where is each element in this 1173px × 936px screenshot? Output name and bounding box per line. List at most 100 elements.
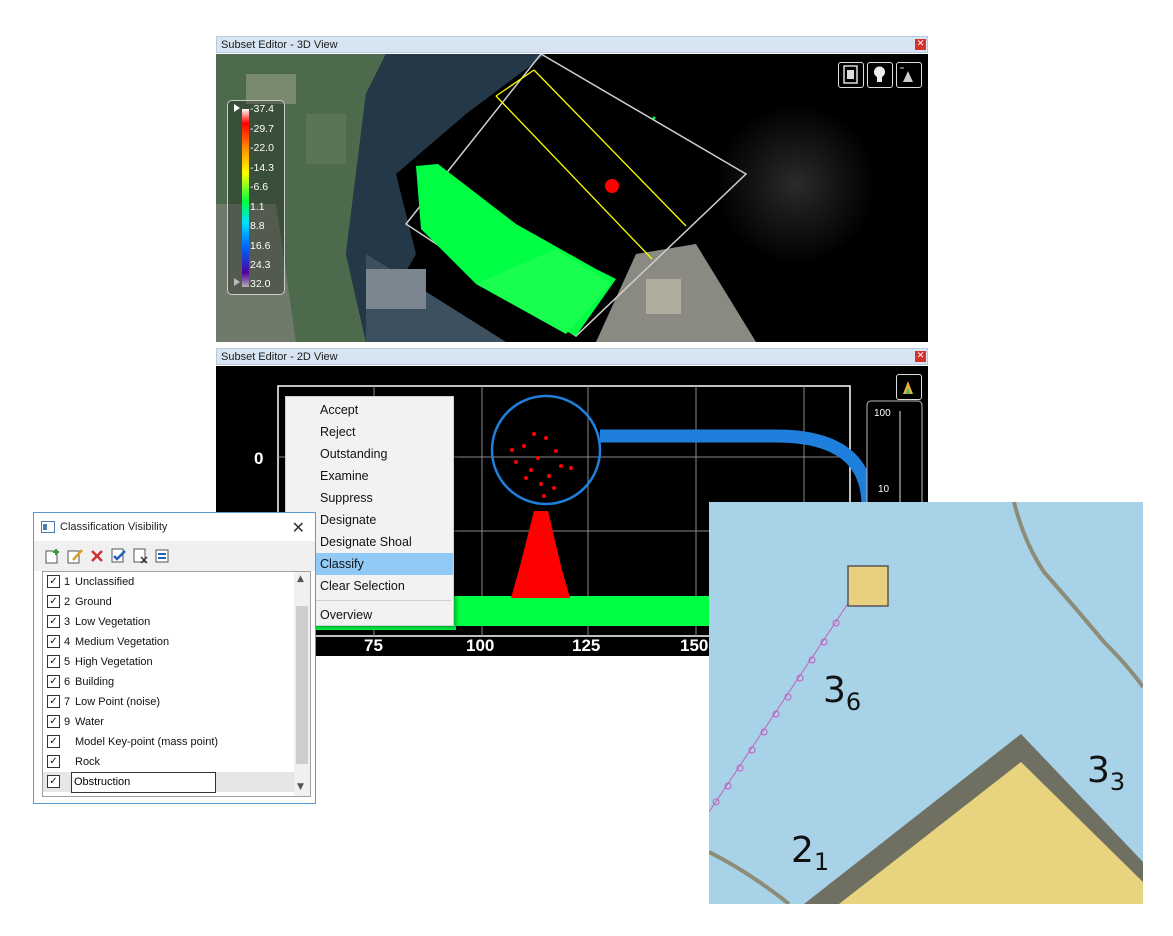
y-tick-label: 0 [254, 449, 264, 468]
x-tick-label: 75 [364, 636, 383, 655]
legend-tick: 16.6 [250, 240, 271, 252]
menu-separator [316, 600, 451, 601]
class-name: Ground [75, 596, 112, 608]
class-row[interactable]: ✓ 1 Unclassified [43, 572, 294, 592]
class-code: 3 [64, 616, 71, 628]
legend-tick: -6.6 [250, 181, 269, 193]
lightbulb-icon[interactable] [867, 62, 893, 88]
menu-item-outstanding[interactable]: Outstanding [286, 443, 453, 465]
background-glow [716, 104, 876, 264]
scroll-down-icon[interactable]: ▼ [297, 782, 304, 792]
histogram-icon[interactable] [896, 62, 922, 88]
view3d-titlebar: Subset Editor - 3D View [216, 36, 928, 53]
class-name: Low Vegetation [75, 616, 151, 628]
class-code: 2 [64, 596, 71, 608]
selected-points [510, 432, 573, 498]
visibility-checkbox[interactable]: ✓ [47, 675, 60, 688]
menu-item-examine[interactable]: Examine [286, 465, 453, 487]
class-row[interactable]: ✓ 6 Building [43, 672, 294, 692]
class-row[interactable]: ✓ 5 High Vegetation [43, 652, 294, 672]
x-tick-label: 100 [466, 636, 495, 655]
x-tick-label: 150 [680, 636, 709, 655]
visibility-checkbox[interactable]: ✓ [47, 735, 60, 748]
scroll-thumb[interactable] [296, 606, 308, 764]
check-all-icon[interactable] [111, 548, 127, 564]
legend-min-marker-icon[interactable] [234, 278, 240, 286]
class-row[interactable]: ✓ 9 Water [43, 712, 294, 732]
visibility-checkbox[interactable]: ✓ [47, 595, 60, 608]
legend-max-marker-icon[interactable] [234, 104, 240, 112]
depth-color-legend: -37.4 -29.7 -22.0 -14.3 -6.6 1.1 8.8 16.… [227, 100, 285, 295]
view2d-title: Subset Editor - 2D View [221, 351, 338, 363]
visibility-checkbox[interactable]: ✓ [47, 615, 60, 628]
screenshot-composite: Subset Editor - 3D View ✕ -37.4 -29.7 -2… [0, 0, 1173, 936]
legend-tick: 1.1 [250, 201, 265, 213]
color-ramp [242, 109, 249, 287]
view3d-close-icon[interactable]: ✕ [915, 39, 926, 50]
sounding: 33 [1087, 750, 1126, 796]
class-row[interactable]: ✓ 3 Low Vegetation [43, 612, 294, 632]
scroll-up-icon[interactable]: ▲ [297, 574, 304, 584]
visibility-checkbox[interactable]: ✓ [47, 635, 60, 648]
legend-tick: -29.7 [250, 123, 274, 135]
legend-tick: -14.3 [250, 162, 274, 174]
view2d-close-icon[interactable]: ✕ [915, 351, 926, 362]
dialog-titlebar: Classification Visibility [34, 513, 315, 541]
visibility-checkbox[interactable]: ✓ [47, 715, 60, 728]
class-name: High Vegetation [75, 656, 153, 668]
close-icon[interactable]: ✕ [292, 518, 305, 537]
selection-circle [490, 394, 602, 506]
chart-drawing [709, 502, 1143, 904]
sounding: 21 [791, 830, 830, 876]
view3d-scene [216, 54, 928, 342]
scale-label: 10 [878, 484, 890, 495]
point-cloud-selection [605, 179, 619, 193]
class-list[interactable]: ✓ 1 Unclassified ✓ 2 Ground ✓ 3 Low Vegetation… [42, 571, 311, 797]
add-class-icon[interactable] [45, 548, 61, 564]
visibility-checkbox[interactable]: ✓ [47, 695, 60, 708]
visibility-checkbox[interactable]: ✓ [47, 755, 60, 768]
view2d-titlebar: Subset Editor - 2D View [216, 348, 928, 365]
visibility-checkbox[interactable]: ✓ [47, 655, 60, 668]
menu-item-suppress[interactable]: Suppress [286, 487, 453, 509]
marina [366, 269, 426, 309]
class-row[interactable]: ✓ 2 Ground [43, 592, 294, 612]
class-name: Unclassified [75, 576, 135, 588]
class-row[interactable]: ✓ 7 Low Point (noise) [43, 692, 294, 712]
class-name-edit-field[interactable]: Obstruction [71, 772, 216, 793]
view3d-canvas[interactable]: -37.4 -29.7 -22.0 -14.3 -6.6 1.1 8.8 16.… [216, 54, 928, 342]
view3d-title: Subset Editor - 3D View [221, 39, 338, 51]
edit-class-icon[interactable] [67, 548, 83, 564]
class-name: Building [75, 676, 115, 688]
obstruction-points [511, 511, 570, 598]
legend-tick: 32.0 [250, 278, 271, 290]
nautical-chart-inset: 36 33 21 [709, 502, 1143, 904]
class-code: 4 [64, 636, 71, 648]
delete-class-icon[interactable] [89, 548, 105, 564]
class-name: Model Key-point (mass point) [75, 736, 219, 748]
properties-icon[interactable] [155, 548, 171, 564]
window-icon [41, 521, 55, 533]
menu-item-reject[interactable]: Reject [286, 421, 453, 443]
class-row[interactable]: ✓ Rock [43, 752, 294, 772]
legend-tick: -37.4 [250, 103, 274, 115]
sounding: 36 [823, 670, 862, 716]
menu-item-accept[interactable]: Accept [286, 399, 453, 421]
x-tick-label: 125 [572, 636, 601, 655]
legend-tick: 8.8 [250, 220, 265, 232]
legend-tick: 24.3 [250, 259, 271, 271]
classification-visibility-dialog: Classification Visibility ✕ ✓ 1 Unclassifi… [33, 512, 316, 804]
class-code: 6 [64, 676, 71, 688]
list-scrollbar[interactable]: ▲ ▼ [294, 572, 310, 796]
scale-label: 100 [874, 408, 891, 419]
visibility-checkbox[interactable]: ✓ [47, 575, 60, 588]
class-row[interactable]: ✓ 4 Medium Vegetation [43, 632, 294, 652]
visibility-checkbox[interactable]: ✓ [47, 775, 60, 788]
film-icon[interactable] [838, 62, 864, 88]
class-row[interactable]: ✓ Model Key-point (mass point) [43, 732, 294, 752]
histogram-icon[interactable] [896, 374, 922, 400]
class-code: 5 [64, 656, 71, 668]
class-code: 9 [64, 716, 71, 728]
class-code: 1 [64, 576, 71, 588]
uncheck-all-icon[interactable] [133, 548, 149, 564]
